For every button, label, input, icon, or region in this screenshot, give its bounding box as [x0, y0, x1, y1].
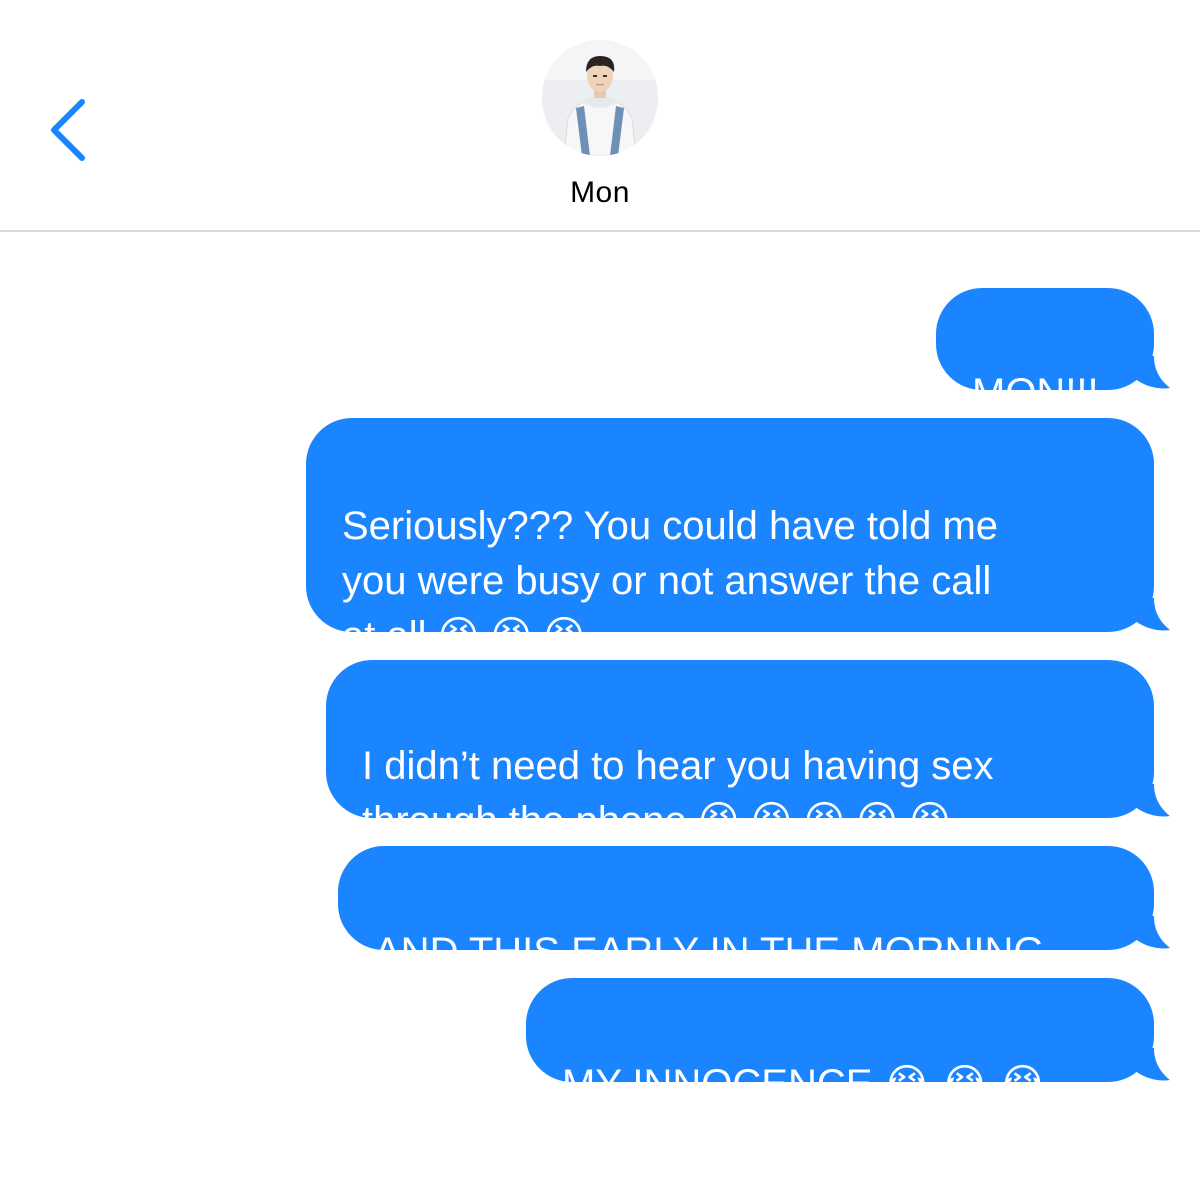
bubble-tail: [1132, 598, 1170, 631]
bubble-tail: [1132, 916, 1170, 949]
message-bubble[interactable]: Seriously??? You could have told me you …: [306, 418, 1154, 658]
message-text: AND THIS EARLY IN THE MORNING: [374, 930, 1045, 974]
back-button[interactable]: [38, 92, 98, 172]
message-bubble[interactable]: MY INNOCENCE 😭 😭 😭: [526, 978, 1154, 1106]
message-thread: MON!!! Seriously??? You could have told …: [0, 232, 1200, 1178]
chevron-left-icon: [51, 99, 85, 161]
avatar[interactable]: [542, 40, 658, 156]
conversation-header: Mon: [0, 0, 1200, 232]
message-text: MY INNOCENCE 😭 😭 😭: [562, 1062, 1046, 1106]
contact-photo: [542, 40, 658, 156]
bubble-tail: [1132, 784, 1170, 817]
message-text: Seriously??? You could have told me you …: [342, 504, 999, 658]
bubble-tail: [1132, 1048, 1170, 1081]
message-text: I didn’t need to hear you having sex thr…: [362, 744, 994, 843]
bubble-tail: [1132, 356, 1170, 389]
contact-name[interactable]: Mon: [0, 176, 1200, 210]
message-bubble[interactable]: AND THIS EARLY IN THE MORNING: [338, 846, 1154, 974]
message-bubble[interactable]: MON!!!: [936, 288, 1154, 415]
message-bubble[interactable]: I didn’t need to hear you having sex thr…: [326, 660, 1154, 843]
message-text: MON!!!: [972, 371, 1099, 415]
